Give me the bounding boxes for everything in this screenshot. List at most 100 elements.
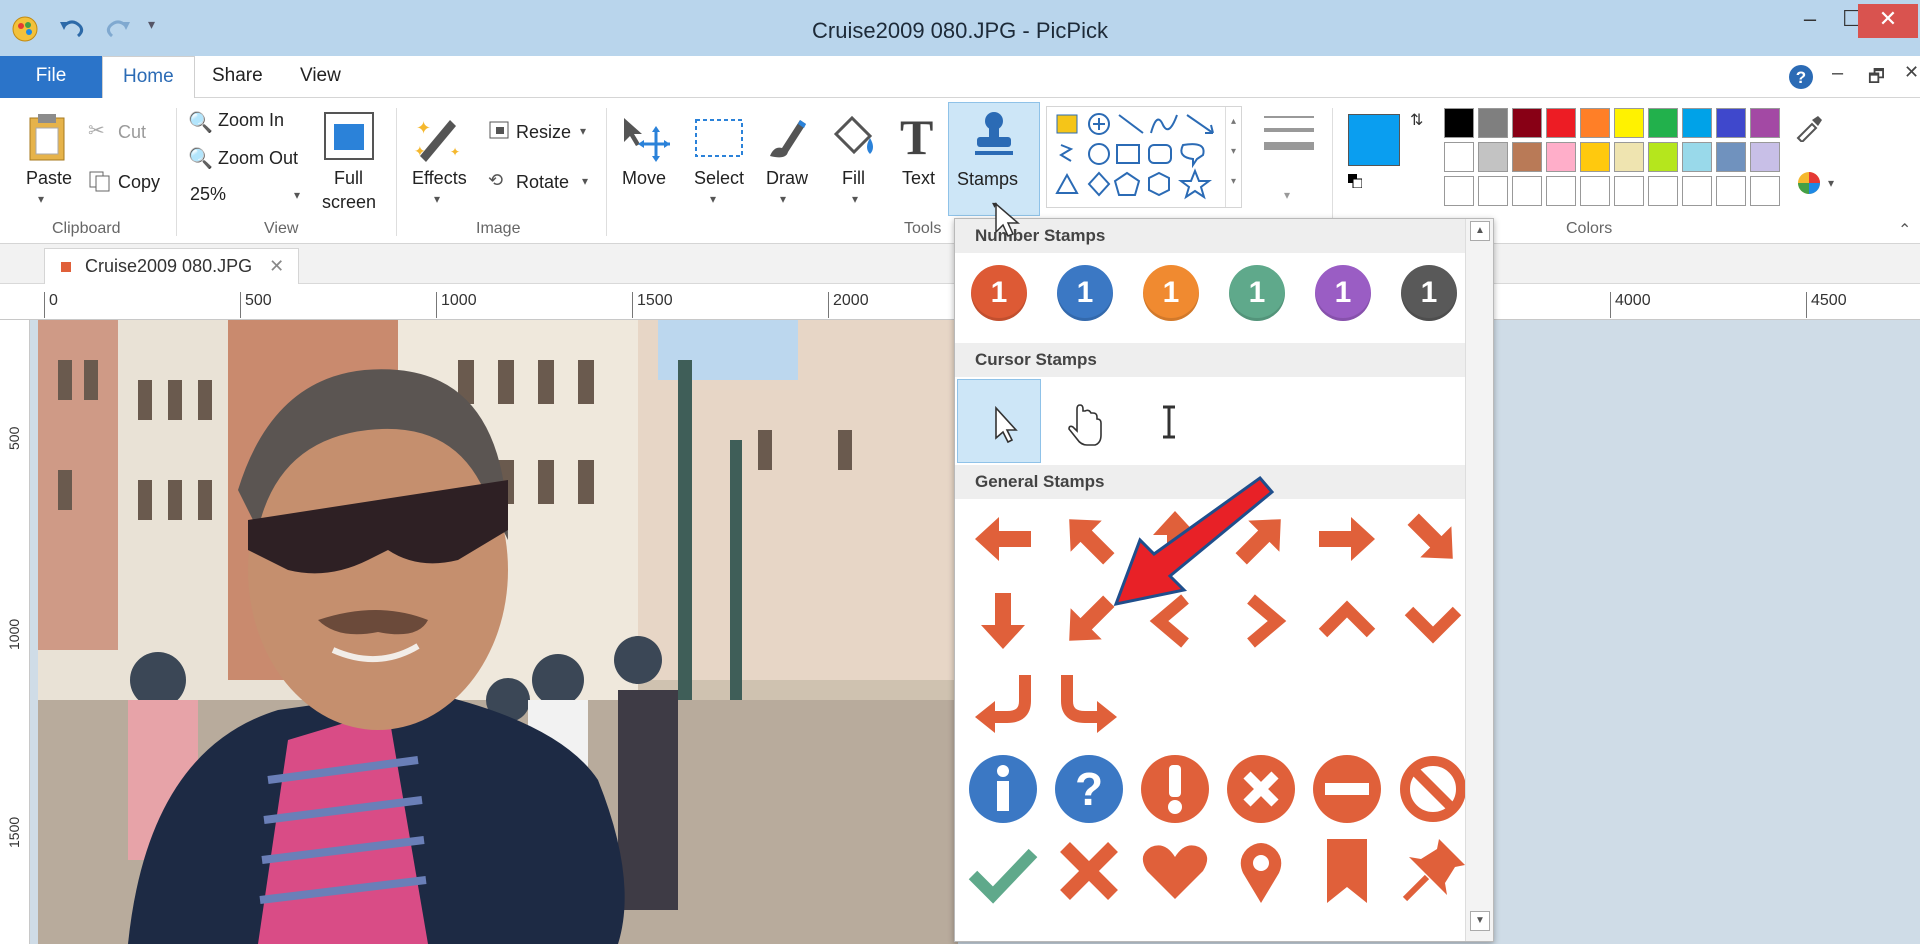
fill-icon[interactable] (830, 112, 876, 167)
heart-icon[interactable] (1137, 833, 1213, 909)
number-stamp[interactable]: 1 (1057, 265, 1113, 321)
location-pin-icon[interactable] (1223, 833, 1299, 909)
palette-swatch[interactable] (1478, 142, 1508, 172)
palette-swatch[interactable] (1478, 108, 1508, 138)
ribbon-minimize-icon[interactable]: – (1832, 62, 1843, 85)
rotate-icon[interactable]: ⟲ (488, 170, 503, 191)
palette-swatch[interactable] (1580, 142, 1610, 172)
resize-dropdown-icon[interactable]: ▾ (580, 124, 586, 138)
palette-swatch-empty[interactable] (1478, 176, 1508, 206)
color-wheel-dropdown-icon[interactable]: ▾ (1828, 176, 1834, 190)
zoom-in-button[interactable]: Zoom In (218, 110, 284, 131)
stamps-scrollbar[interactable]: ▲ ▼ (1465, 219, 1493, 941)
arrow-left-icon[interactable] (965, 501, 1041, 577)
palette-swatch-empty[interactable] (1444, 176, 1474, 206)
palette-swatch-empty[interactable] (1648, 176, 1678, 206)
palette-swatch-empty[interactable] (1682, 176, 1712, 206)
close-icon[interactable]: ✕ (1858, 4, 1918, 38)
scroll-down-icon[interactable]: ▼ (1470, 911, 1490, 931)
draw-icon[interactable] (764, 112, 806, 167)
move-icon[interactable] (620, 116, 670, 167)
zoom-dropdown-icon[interactable]: ▾ (294, 188, 300, 202)
number-stamp[interactable]: 1 (971, 265, 1027, 321)
primary-color-swatch[interactable] (1348, 114, 1400, 166)
effects-icon[interactable]: ✦ ✦ ✦ (412, 112, 464, 167)
select-dropdown-icon[interactable]: ▾ (710, 192, 716, 206)
shapes-icon[interactable] (1047, 107, 1227, 207)
prohibited-icon[interactable] (1395, 751, 1471, 827)
resize-icon[interactable] (486, 118, 512, 147)
select-icon[interactable] (694, 116, 744, 165)
rotate-dropdown-icon[interactable]: ▾ (582, 174, 588, 188)
line-style-dropdown-icon[interactable]: ▾ (1284, 188, 1290, 202)
fullscreen-label-1[interactable]: Full (334, 168, 363, 189)
eyedropper-icon[interactable] (1794, 114, 1822, 147)
exclamation-icon[interactable] (1137, 751, 1213, 827)
paste-dropdown-icon[interactable]: ▾ (38, 192, 44, 206)
cursor-stamp-ibeam[interactable] (1127, 379, 1211, 463)
palette-swatch[interactable] (1648, 108, 1678, 138)
move-button[interactable]: Move (622, 168, 666, 189)
cut-button[interactable]: Cut (118, 122, 146, 143)
help-icon[interactable]: ? (1788, 64, 1814, 95)
palette-swatch[interactable] (1614, 142, 1644, 172)
palette-swatch[interactable] (1546, 142, 1576, 172)
number-stamp[interactable]: 1 (1401, 265, 1457, 321)
x-mark-icon[interactable] (1051, 833, 1127, 909)
palette-swatch-empty[interactable] (1716, 176, 1746, 206)
text-button[interactable]: Text (902, 168, 935, 189)
palette-swatch[interactable] (1750, 142, 1780, 172)
palette-swatch[interactable] (1614, 108, 1644, 138)
palette-swatch[interactable] (1648, 142, 1678, 172)
tab-file[interactable]: File (0, 56, 102, 98)
rotate-button[interactable]: Rotate (516, 172, 569, 193)
shapes-scroll[interactable]: ▴ ▾ ▾ (1225, 107, 1241, 207)
copy-button[interactable]: Copy (118, 172, 160, 193)
color-wheel-icon[interactable] (1796, 170, 1822, 201)
fill-button[interactable]: Fill (842, 168, 865, 189)
palette-swatch[interactable] (1750, 108, 1780, 138)
palette-swatch-empty[interactable] (1750, 176, 1780, 206)
palette-swatch[interactable] (1444, 108, 1474, 138)
palette-swatch[interactable] (1716, 142, 1746, 172)
zoom-level-select[interactable]: 25% (190, 184, 226, 205)
question-icon[interactable]: ? (1051, 751, 1127, 827)
line-style-icon[interactable] (1262, 112, 1316, 161)
doc-close-icon[interactable]: ✕ (1904, 62, 1919, 83)
fullscreen-label-2[interactable]: screen (322, 192, 376, 213)
tab-share[interactable]: Share (212, 56, 263, 98)
cut-icon[interactable]: ✂ (88, 118, 105, 143)
arrow-down-right-icon[interactable] (1395, 501, 1471, 577)
zoom-out-icon[interactable]: 🔍 (188, 146, 213, 171)
resize-button[interactable]: Resize (516, 122, 571, 143)
swap-colors-icon[interactable]: ⇅ (1410, 110, 1423, 130)
palette-swatch[interactable] (1682, 108, 1712, 138)
number-stamp[interactable]: 1 (1315, 265, 1371, 321)
curved-arrow-right-icon[interactable] (1051, 665, 1127, 741)
color-palette[interactable] (1444, 108, 1788, 206)
palette-swatch[interactable] (1512, 108, 1542, 138)
effects-dropdown-icon[interactable]: ▾ (434, 192, 440, 206)
select-button[interactable]: Select (694, 168, 744, 189)
zoom-in-icon[interactable]: 🔍 (188, 110, 213, 135)
collapse-ribbon-icon[interactable]: ⌃ (1898, 220, 1911, 240)
chevron-down-icon[interactable] (1395, 583, 1471, 659)
stamps-button[interactable]: Stamps (948, 102, 1040, 216)
minus-icon[interactable] (1309, 751, 1385, 827)
curved-arrow-left-icon[interactable] (965, 665, 1041, 741)
cursor-stamp-hand[interactable] (1043, 379, 1127, 463)
arrow-down-icon[interactable] (965, 583, 1041, 659)
bookmark-icon[interactable] (1309, 833, 1385, 909)
cursor-stamp-arrow[interactable] (957, 379, 1041, 463)
photo-image[interactable] (38, 320, 958, 944)
paste-button[interactable]: Paste (26, 168, 72, 189)
palette-swatch[interactable] (1580, 108, 1610, 138)
palette-swatch[interactable] (1444, 142, 1474, 172)
palette-swatch[interactable] (1716, 108, 1746, 138)
palette-swatch-empty[interactable] (1580, 176, 1610, 206)
number-stamp[interactable]: 1 (1229, 265, 1285, 321)
palette-swatch[interactable] (1512, 142, 1542, 172)
copy-icon[interactable] (88, 170, 112, 197)
palette-swatch-empty[interactable] (1614, 176, 1644, 206)
scroll-up-icon[interactable]: ▲ (1470, 221, 1490, 241)
